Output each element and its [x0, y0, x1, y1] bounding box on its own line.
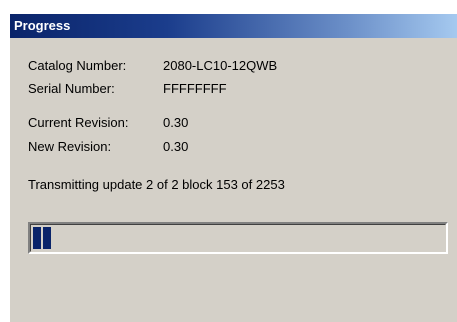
title-bar[interactable]: Progress: [10, 14, 457, 38]
current-revision-value: 0.30: [163, 115, 189, 130]
window-title: Progress: [14, 18, 71, 33]
status-text: Transmitting update 2 of 2 block 153 of …: [28, 177, 285, 192]
catalog-number-label: Catalog Number:: [28, 58, 127, 73]
progress-block: [33, 227, 41, 249]
new-revision-value: 0.30: [163, 139, 189, 154]
catalog-number-value: 2080-LC10-12QWB: [163, 58, 278, 73]
progress-block: [43, 227, 51, 249]
progress-bar-fill: [33, 227, 443, 249]
progress-dialog: Progress Catalog Number: 2080-LC10-12QWB…: [8, 14, 457, 322]
new-revision-label: New Revision:: [28, 139, 112, 154]
serial-number-value: FFFFFFFF: [163, 81, 227, 96]
progress-bar-track: [30, 224, 446, 252]
current-revision-label: Current Revision:: [28, 115, 129, 130]
progress-bar: [28, 222, 448, 254]
serial-number-label: Serial Number:: [28, 81, 115, 96]
